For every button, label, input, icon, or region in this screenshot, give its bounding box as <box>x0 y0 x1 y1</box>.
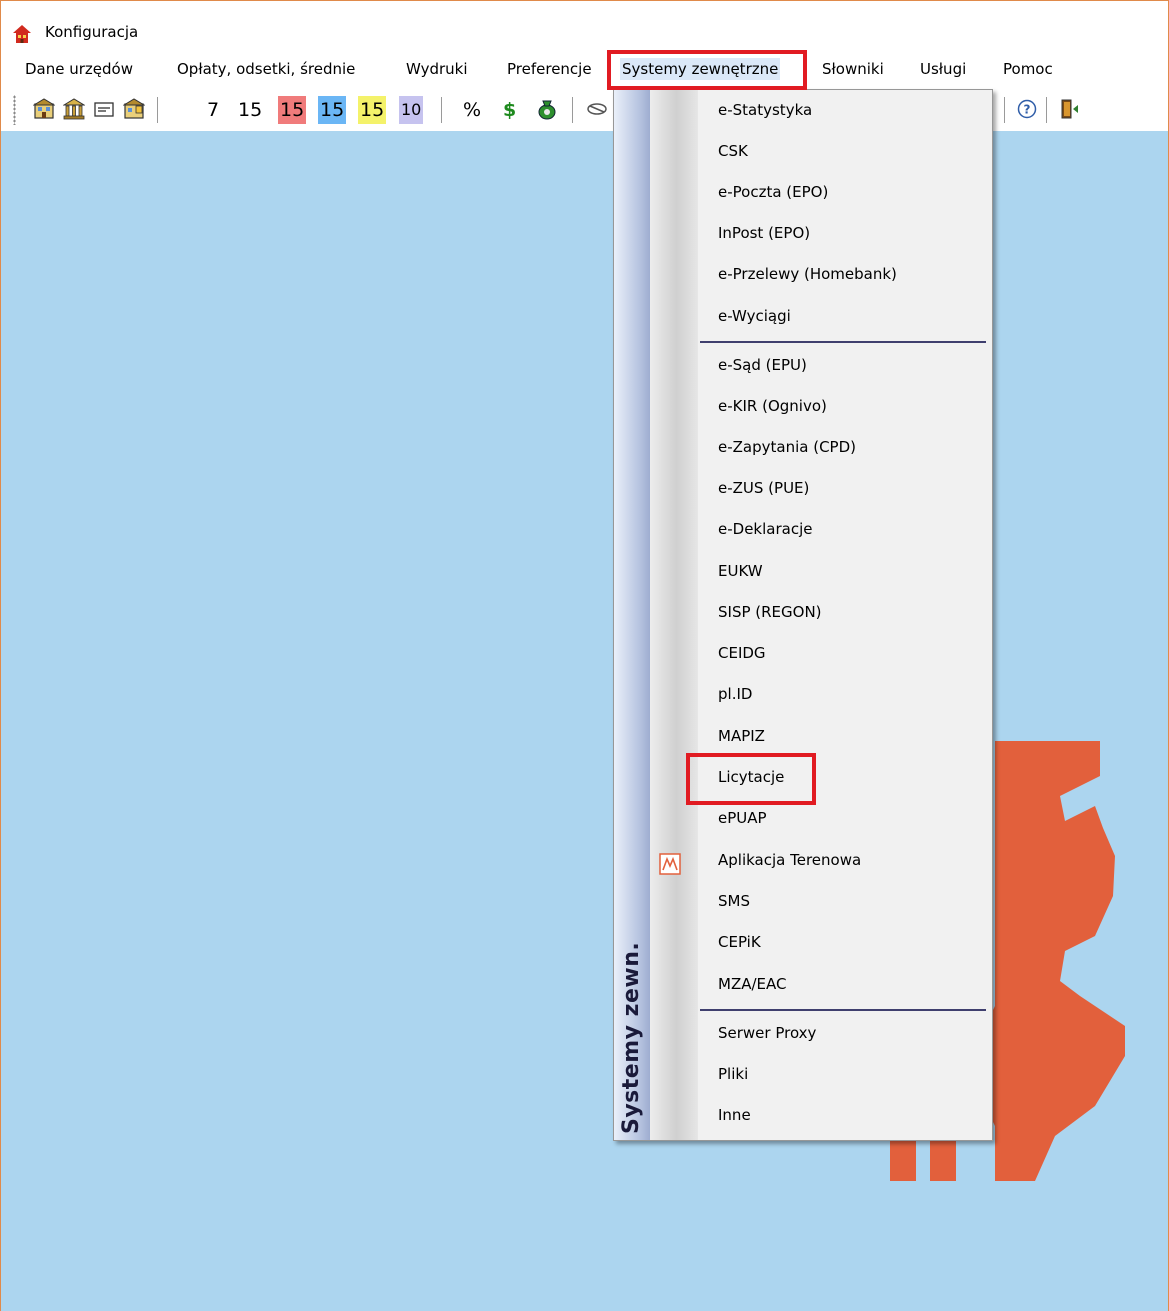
toolbar-number-5[interactable]: 15 <box>358 96 387 124</box>
menu-oplaty[interactable]: Opłaty, odsetki, średnie <box>177 58 355 80</box>
menu-item-eukw[interactable]: EUKW <box>718 553 763 589</box>
menu-item-e-zus[interactable]: e-ZUS (PUE) <box>718 470 809 506</box>
field-app-icon <box>659 853 681 875</box>
menu-item-e-wyciagi[interactable]: e-Wyciągi <box>718 298 791 334</box>
money-bag-icon[interactable] <box>536 98 558 120</box>
toolbar-number-4[interactable]: 15 <box>318 96 347 124</box>
toolbar-separator <box>441 97 442 123</box>
menu-item-pl-id[interactable]: pl.ID <box>718 676 752 712</box>
menu-item-inne[interactable]: Inne <box>718 1097 751 1133</box>
window-title: Konfiguracja <box>45 23 139 41</box>
menu-separator <box>700 1009 986 1011</box>
toolbar-number-6[interactable]: 10 <box>399 96 424 124</box>
menu-item-csk[interactable]: CSK <box>718 133 748 169</box>
dollar-button[interactable]: $ <box>503 96 516 124</box>
menu-wydruki[interactable]: Wydruki <box>406 58 468 80</box>
menu-item-cepik[interactable]: CEPiK <box>718 924 761 960</box>
exit-door-icon[interactable] <box>1059 98 1081 120</box>
menu-slowniki[interactable]: Słowniki <box>822 58 884 80</box>
bank-icon[interactable] <box>63 98 85 120</box>
dropdown-side-label: Systemy zewn. <box>619 941 644 1134</box>
menu-dane-urzedow[interactable]: Dane urzędów <box>25 58 133 80</box>
svg-text:?: ? <box>1024 103 1031 117</box>
toolbar-grip[interactable] <box>13 95 16 125</box>
menu-item-e-kir[interactable]: e-KIR (Ognivo) <box>718 388 827 424</box>
menu-item-epuap[interactable]: ePUAP <box>718 800 767 836</box>
menu-uslugi[interactable]: Usługi <box>920 58 966 80</box>
menu-item-e-deklaracje[interactable]: e-Deklaracje <box>718 511 812 547</box>
menu-item-e-przelewy[interactable]: e-Przelewy (Homebank) <box>718 256 897 292</box>
menu-item-pliki[interactable]: Pliki <box>718 1056 748 1092</box>
toolbar-number-3[interactable]: 15 <box>278 96 307 124</box>
toolbar-separator <box>1046 97 1047 123</box>
menu-bar: Dane urzędów Opłaty, odsetki, średnie Wy… <box>1 51 1168 85</box>
dropdown-icon-column <box>650 90 698 1140</box>
card-icon[interactable] <box>93 98 115 120</box>
toolbar-separator <box>1004 97 1005 123</box>
menu-item-e-poczta[interactable]: e-Poczta (EPO) <box>718 174 828 210</box>
menu-item-e-zapytania[interactable]: e-Zapytania (CPD) <box>718 429 856 465</box>
licytacje-highlight-frame <box>686 753 816 805</box>
menu-item-serwer-proxy[interactable]: Serwer Proxy <box>718 1015 816 1051</box>
toolbar-separator <box>572 97 573 123</box>
toolbar-number-2[interactable]: 15 <box>238 96 262 124</box>
menu-item-inpost[interactable]: InPost (EPO) <box>718 215 810 251</box>
menu-separator <box>700 341 986 343</box>
help-icon[interactable]: ? <box>1016 98 1038 120</box>
plug-icon[interactable] <box>586 98 608 120</box>
dropdown-side-strip: Systemy zewn. <box>614 90 650 1140</box>
title-bar: Konfiguracja <box>1 1 1168 51</box>
toolbar-number-1[interactable]: 7 <box>207 96 219 124</box>
systemy-zewnetrzne-dropdown: Systemy zewn. e-Statystyka CSK e-Poczta … <box>613 89 993 1141</box>
menu-preferencje[interactable]: Preferencje <box>507 58 592 80</box>
menu-pomoc[interactable]: Pomoc <box>1003 58 1053 80</box>
menu-item-sms[interactable]: SMS <box>718 883 750 919</box>
menu-item-aplikacja-terenowa[interactable]: Aplikacja Terenowa <box>718 842 861 878</box>
office-icon[interactable] <box>33 98 55 120</box>
menu-highlight-frame <box>607 50 807 90</box>
menu-item-mza-eac[interactable]: MZA/EAC <box>718 966 786 1002</box>
menu-item-e-sad[interactable]: e-Sąd (EPU) <box>718 347 807 383</box>
toolbar-separator <box>157 97 158 123</box>
menu-item-mapiz[interactable]: MAPIZ <box>718 718 765 754</box>
building-icon[interactable] <box>123 98 145 120</box>
percent-button[interactable]: % <box>463 96 481 124</box>
menu-item-ceidg[interactable]: CEIDG <box>718 635 766 671</box>
app-window: Konfiguracja Dane urzędów Opłaty, odsetk… <box>0 0 1169 1311</box>
menu-item-sisp[interactable]: SISP (REGON) <box>718 594 822 630</box>
menu-item-e-statystyka[interactable]: e-Statystyka <box>718 92 812 128</box>
house-icon <box>13 25 31 43</box>
